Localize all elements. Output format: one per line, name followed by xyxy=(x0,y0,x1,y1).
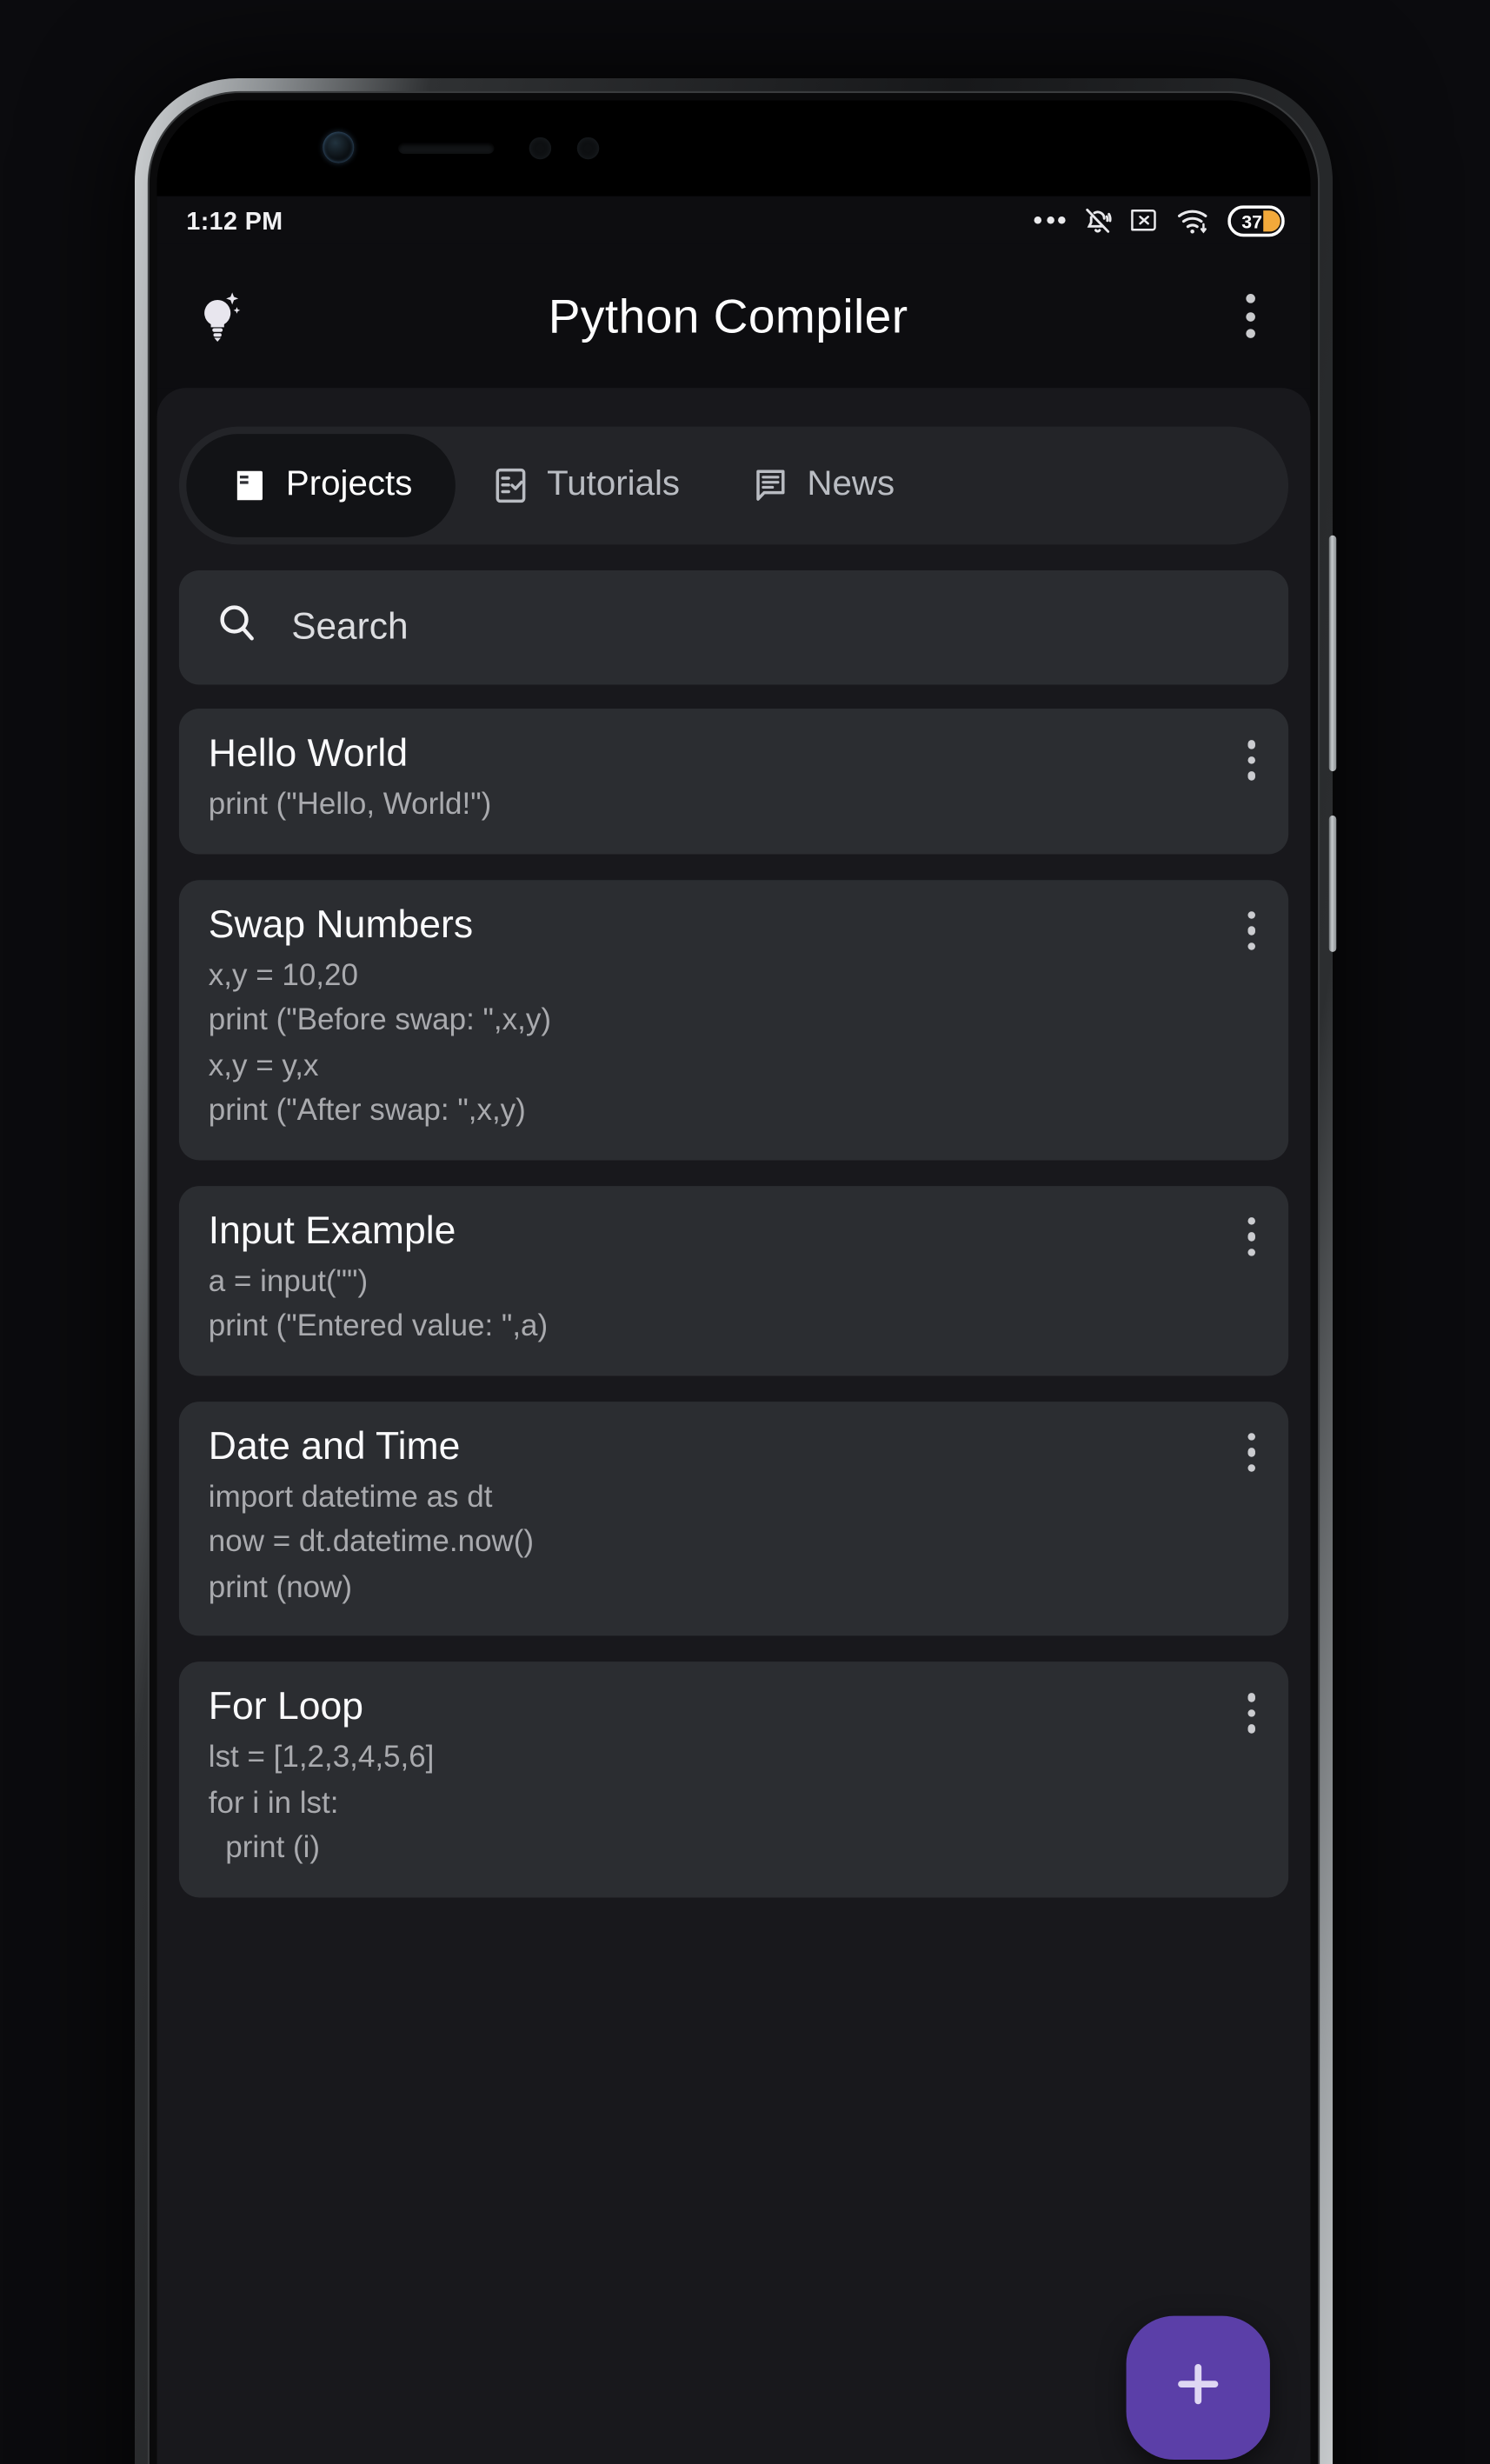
project-overflow-menu-icon[interactable] xyxy=(1236,905,1267,956)
tab-bar: Projects Tutorials News xyxy=(178,426,1289,545)
project-overflow-menu-icon[interactable] xyxy=(1236,1211,1267,1262)
status-bar: 1:12 PM 37 xyxy=(156,196,1311,244)
project-title: Swap Numbers xyxy=(208,903,474,946)
screenshot-root: 1:12 PM 37 Python Compiler Projects Tuto… xyxy=(0,0,1490,2464)
project-code: lst = [1,2,3,4,5,6] for i in lst: print … xyxy=(208,1741,435,1865)
project-card[interactable]: Date and Time import datetime as dt now … xyxy=(178,1401,1289,1636)
project-overflow-menu-icon[interactable] xyxy=(1236,735,1267,785)
tab-news-label: News xyxy=(807,465,895,504)
phone-device: 1:12 PM 37 Python Compiler Projects Tuto… xyxy=(135,78,1337,2464)
sensor-strip xyxy=(156,100,1311,196)
article-chat-icon xyxy=(750,465,791,506)
content-panel: Projects Tutorials News Search Hello Wor… xyxy=(156,388,1311,2464)
power-button[interactable] xyxy=(1328,815,1337,952)
battery-icon: 37 xyxy=(1227,204,1285,236)
no-sim-icon xyxy=(1130,207,1160,233)
volume-button[interactable] xyxy=(1328,535,1337,772)
project-overflow-menu-icon[interactable] xyxy=(1236,1688,1267,1738)
project-title: Hello World xyxy=(208,732,409,776)
tab-tutorials-label: Tutorials xyxy=(547,465,681,504)
device-inner-frame: 1:12 PM 37 Python Compiler Projects Tuto… xyxy=(147,90,1320,2464)
project-title: Date and Time xyxy=(208,1424,461,1468)
notifications-off-icon xyxy=(1082,204,1114,236)
plus-icon xyxy=(1167,2352,1229,2424)
app-bar: Python Compiler xyxy=(156,243,1311,389)
device-bezel: 1:12 PM 37 Python Compiler Projects Tuto… xyxy=(156,100,1311,2464)
search-icon xyxy=(214,600,260,656)
project-card[interactable]: Hello World print ("Hello, World!") xyxy=(178,709,1289,854)
project-card[interactable]: Swap Numbers x,y = 10,20 print ("Before … xyxy=(178,879,1289,1160)
project-title: For Loop xyxy=(208,1685,364,1728)
light-sensor xyxy=(576,137,600,160)
front-camera-icon xyxy=(323,131,355,163)
tab-tutorials[interactable]: Tutorials xyxy=(455,434,715,537)
project-code: a = input("") print ("Entered value: ",a… xyxy=(208,1264,549,1343)
project-code: x,y = 10,20 print ("Before swap: ",x,y) … xyxy=(208,959,552,1128)
project-code: print ("Hello, World!") xyxy=(208,788,492,822)
project-card[interactable]: For Loop lst = [1,2,3,4,5,6] for i in ls… xyxy=(178,1662,1289,1897)
status-icon-group: 37 xyxy=(1034,204,1285,236)
tab-projects-label: Projects xyxy=(285,465,413,504)
more-dots-icon xyxy=(1034,216,1066,224)
project-overflow-menu-icon[interactable] xyxy=(1236,1427,1267,1477)
page-title: Python Compiler xyxy=(548,287,908,343)
project-code: import datetime as dt now = dt.datetime.… xyxy=(208,1480,535,1604)
checklist-icon xyxy=(489,465,530,506)
overflow-menu-icon[interactable] xyxy=(1219,283,1281,349)
tab-news[interactable]: News xyxy=(715,434,929,537)
search-placeholder: Search xyxy=(291,606,409,648)
tab-projects[interactable]: Projects xyxy=(186,434,456,537)
status-time: 1:12 PM xyxy=(186,206,283,235)
add-project-button[interactable] xyxy=(1126,2315,1270,2461)
phone-screen: 1:12 PM 37 Python Compiler Projects Tuto… xyxy=(156,196,1311,2464)
wifi-icon xyxy=(1176,204,1211,236)
book-icon xyxy=(229,465,269,506)
search-input[interactable]: Search xyxy=(178,570,1289,685)
project-title: Input Example xyxy=(208,1209,456,1252)
project-card[interactable]: Input Example a = input("") print ("Ente… xyxy=(178,1185,1289,1375)
battery-percent-label: 37 xyxy=(1241,210,1262,231)
proximity-sensor xyxy=(529,137,552,160)
earpiece-speaker xyxy=(398,143,495,154)
